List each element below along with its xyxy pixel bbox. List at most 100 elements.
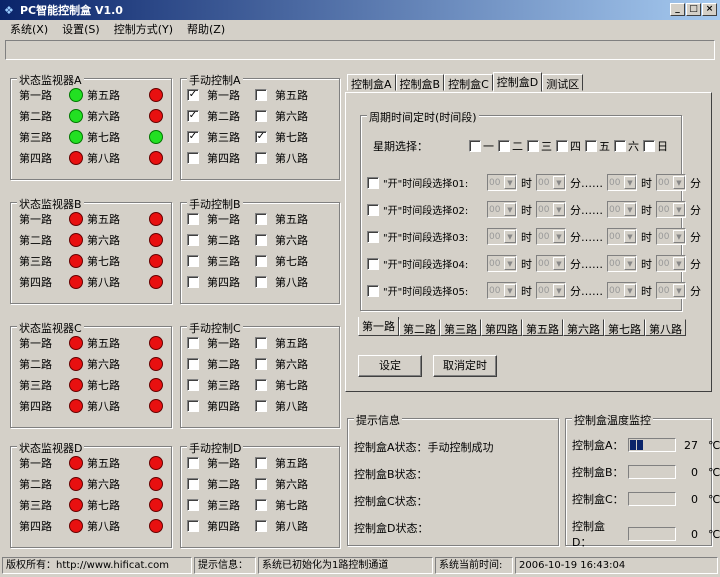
- checkbox[interactable]: [187, 276, 199, 288]
- chevron-down-icon[interactable]: ▼: [553, 176, 565, 189]
- manual-channel-checkbox[interactable]: 第五路: [255, 87, 308, 103]
- checkbox[interactable]: [187, 499, 199, 511]
- checkbox[interactable]: [255, 400, 267, 412]
- slot-checkbox[interactable]: [367, 176, 379, 189]
- menu-system[interactable]: 系统(X): [10, 21, 48, 37]
- checkbox[interactable]: [527, 140, 539, 152]
- maximize-button[interactable]: □: [686, 3, 701, 16]
- chevron-down-icon[interactable]: ▼: [553, 284, 565, 297]
- day-checkbox[interactable]: 一: [469, 138, 494, 154]
- checkbox[interactable]: [255, 152, 267, 164]
- chevron-down-icon[interactable]: ▼: [624, 230, 636, 243]
- checkbox[interactable]: [614, 140, 626, 152]
- minimize-button[interactable]: _: [670, 3, 685, 16]
- manual-channel-checkbox[interactable]: 第四路: [187, 398, 240, 414]
- manual-channel-checkbox[interactable]: 第七路: [255, 497, 308, 513]
- time-dropdown[interactable]: 00 ▼: [607, 282, 637, 299]
- checkbox[interactable]: [187, 152, 199, 164]
- checkbox[interactable]: [187, 400, 199, 412]
- manual-channel-checkbox[interactable]: 第三路: [187, 497, 240, 513]
- time-dropdown[interactable]: 00 ▼: [487, 282, 517, 299]
- manual-channel-checkbox[interactable]: 第六路: [255, 356, 308, 372]
- manual-channel-checkbox[interactable]: 第一路: [187, 335, 240, 351]
- tab-channel-6[interactable]: 第六路: [563, 319, 604, 336]
- manual-channel-checkbox[interactable]: 第四路: [187, 150, 240, 166]
- checkbox[interactable]: [255, 337, 267, 349]
- manual-channel-checkbox[interactable]: 第六路: [255, 232, 308, 248]
- tab-channel-7[interactable]: 第七路: [604, 319, 645, 336]
- menu-settings[interactable]: 设置(S): [62, 21, 100, 37]
- time-dropdown[interactable]: 00 ▼: [536, 174, 566, 191]
- checkbox[interactable]: [187, 379, 199, 391]
- manual-channel-checkbox[interactable]: 第六路: [255, 476, 308, 492]
- manual-channel-checkbox[interactable]: 第六路: [255, 108, 308, 124]
- tab-box-3[interactable]: 控制盒D: [492, 72, 543, 92]
- chevron-down-icon[interactable]: ▼: [504, 203, 516, 216]
- manual-channel-checkbox[interactable]: 第八路: [255, 274, 308, 290]
- manual-channel-checkbox[interactable]: 第二路: [187, 476, 240, 492]
- checkbox[interactable]: [187, 358, 199, 370]
- time-dropdown[interactable]: 00 ▼: [487, 228, 517, 245]
- time-dropdown[interactable]: 00 ▼: [656, 282, 686, 299]
- checkbox-checked[interactable]: ✓: [187, 89, 199, 101]
- manual-channel-checkbox[interactable]: ✓ 第二路: [187, 108, 240, 124]
- manual-channel-checkbox[interactable]: 第四路: [187, 518, 240, 534]
- chevron-down-icon[interactable]: ▼: [504, 176, 516, 189]
- checkbox[interactable]: [255, 520, 267, 532]
- time-dropdown[interactable]: 00 ▼: [607, 228, 637, 245]
- checkbox[interactable]: [187, 213, 199, 225]
- chevron-down-icon[interactable]: ▼: [673, 230, 685, 243]
- tab-channel-8[interactable]: 第八路: [645, 319, 686, 336]
- day-checkbox[interactable]: 五: [585, 138, 610, 154]
- manual-channel-checkbox[interactable]: 第八路: [255, 150, 308, 166]
- tab-box-0[interactable]: 控制盒A: [347, 74, 396, 91]
- checkbox[interactable]: [498, 140, 510, 152]
- chevron-down-icon[interactable]: ▼: [504, 230, 516, 243]
- set-button[interactable]: 设定: [358, 355, 422, 377]
- manual-channel-checkbox[interactable]: 第五路: [255, 335, 308, 351]
- manual-channel-checkbox[interactable]: 第一路: [187, 455, 240, 471]
- slot-checkbox[interactable]: [367, 284, 379, 297]
- close-button[interactable]: ×: [702, 3, 717, 16]
- day-checkbox[interactable]: 六: [614, 138, 639, 154]
- time-dropdown[interactable]: 00 ▼: [536, 282, 566, 299]
- checkbox[interactable]: [187, 337, 199, 349]
- checkbox[interactable]: [643, 140, 655, 152]
- checkbox[interactable]: [187, 520, 199, 532]
- time-dropdown[interactable]: 00 ▼: [487, 174, 517, 191]
- time-dropdown[interactable]: 00 ▼: [656, 255, 686, 272]
- chevron-down-icon[interactable]: ▼: [673, 176, 685, 189]
- chevron-down-icon[interactable]: ▼: [673, 284, 685, 297]
- manual-channel-checkbox[interactable]: 第四路: [187, 274, 240, 290]
- checkbox[interactable]: [255, 213, 267, 225]
- manual-channel-checkbox[interactable]: 第七路: [255, 253, 308, 269]
- manual-channel-checkbox[interactable]: 第二路: [187, 232, 240, 248]
- time-dropdown[interactable]: 00 ▼: [487, 255, 517, 272]
- chevron-down-icon[interactable]: ▼: [624, 176, 636, 189]
- time-dropdown[interactable]: 00 ▼: [656, 201, 686, 218]
- tab-box-4[interactable]: 测试区: [542, 74, 584, 91]
- menu-control-mode[interactable]: 控制方式(Y): [114, 21, 173, 37]
- menu-help[interactable]: 帮助(Z): [187, 21, 225, 37]
- time-dropdown[interactable]: 00 ▼: [656, 174, 686, 191]
- cancel-timer-button[interactable]: 取消定时: [433, 355, 497, 377]
- checkbox[interactable]: [187, 457, 199, 469]
- chevron-down-icon[interactable]: ▼: [553, 257, 565, 270]
- chevron-down-icon[interactable]: ▼: [504, 284, 516, 297]
- tab-channel-3[interactable]: 第三路: [440, 319, 481, 336]
- tab-box-1[interactable]: 控制盒B: [395, 74, 445, 91]
- chevron-down-icon[interactable]: ▼: [624, 203, 636, 216]
- manual-channel-checkbox[interactable]: ✓ 第七路: [255, 129, 308, 145]
- slot-checkbox[interactable]: [367, 203, 379, 216]
- checkbox[interactable]: [187, 255, 199, 267]
- checkbox[interactable]: [255, 276, 267, 288]
- chevron-down-icon[interactable]: ▼: [673, 203, 685, 216]
- tab-channel-2[interactable]: 第二路: [399, 319, 440, 336]
- checkbox[interactable]: [187, 234, 199, 246]
- day-checkbox[interactable]: 四: [556, 138, 581, 154]
- chevron-down-icon[interactable]: ▼: [624, 284, 636, 297]
- checkbox[interactable]: [255, 379, 267, 391]
- manual-channel-checkbox[interactable]: 第八路: [255, 398, 308, 414]
- chevron-down-icon[interactable]: ▼: [553, 230, 565, 243]
- manual-channel-checkbox[interactable]: ✓ 第一路: [187, 87, 240, 103]
